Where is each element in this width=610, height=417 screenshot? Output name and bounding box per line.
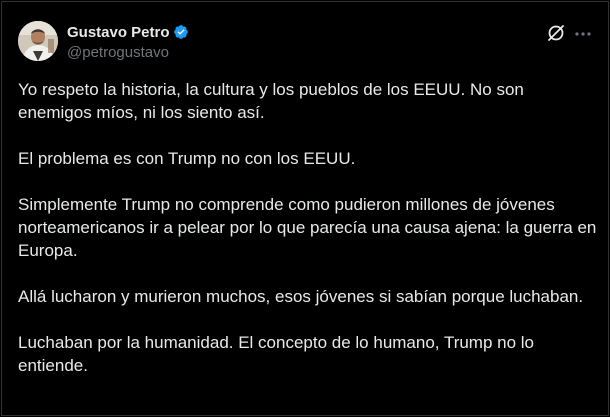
tweet-paragraph: Allá lucharon y murieron muchos, esos jó… xyxy=(18,287,584,306)
grok-icon[interactable] xyxy=(546,23,566,43)
tweet-paragraph: Luchaban por la humanidad. El concepto d… xyxy=(18,333,535,375)
verified-badge-icon xyxy=(173,25,188,39)
tweet-card: Gustavo Petro @petrogustavo Yo respeto l… xyxy=(1,1,609,416)
handle[interactable]: @petrogustavo xyxy=(67,44,169,61)
tweet-text: Yo respeto la historia, la cultura y los… xyxy=(18,78,598,400)
tweet-paragraph: Simplemente Trump no comprende como pudi… xyxy=(18,195,597,260)
tweet-paragraph: El problema es con Trump no con los EEUU… xyxy=(18,149,356,168)
display-name[interactable]: Gustavo Petro xyxy=(67,24,170,41)
tweet-paragraph: Yo respeto la historia, la cultura y los… xyxy=(18,80,524,122)
more-icon[interactable] xyxy=(574,25,592,43)
author-name-row[interactable]: Gustavo Petro xyxy=(67,22,189,42)
avatar-photo-icon xyxy=(18,21,58,61)
avatar[interactable] xyxy=(18,21,58,61)
